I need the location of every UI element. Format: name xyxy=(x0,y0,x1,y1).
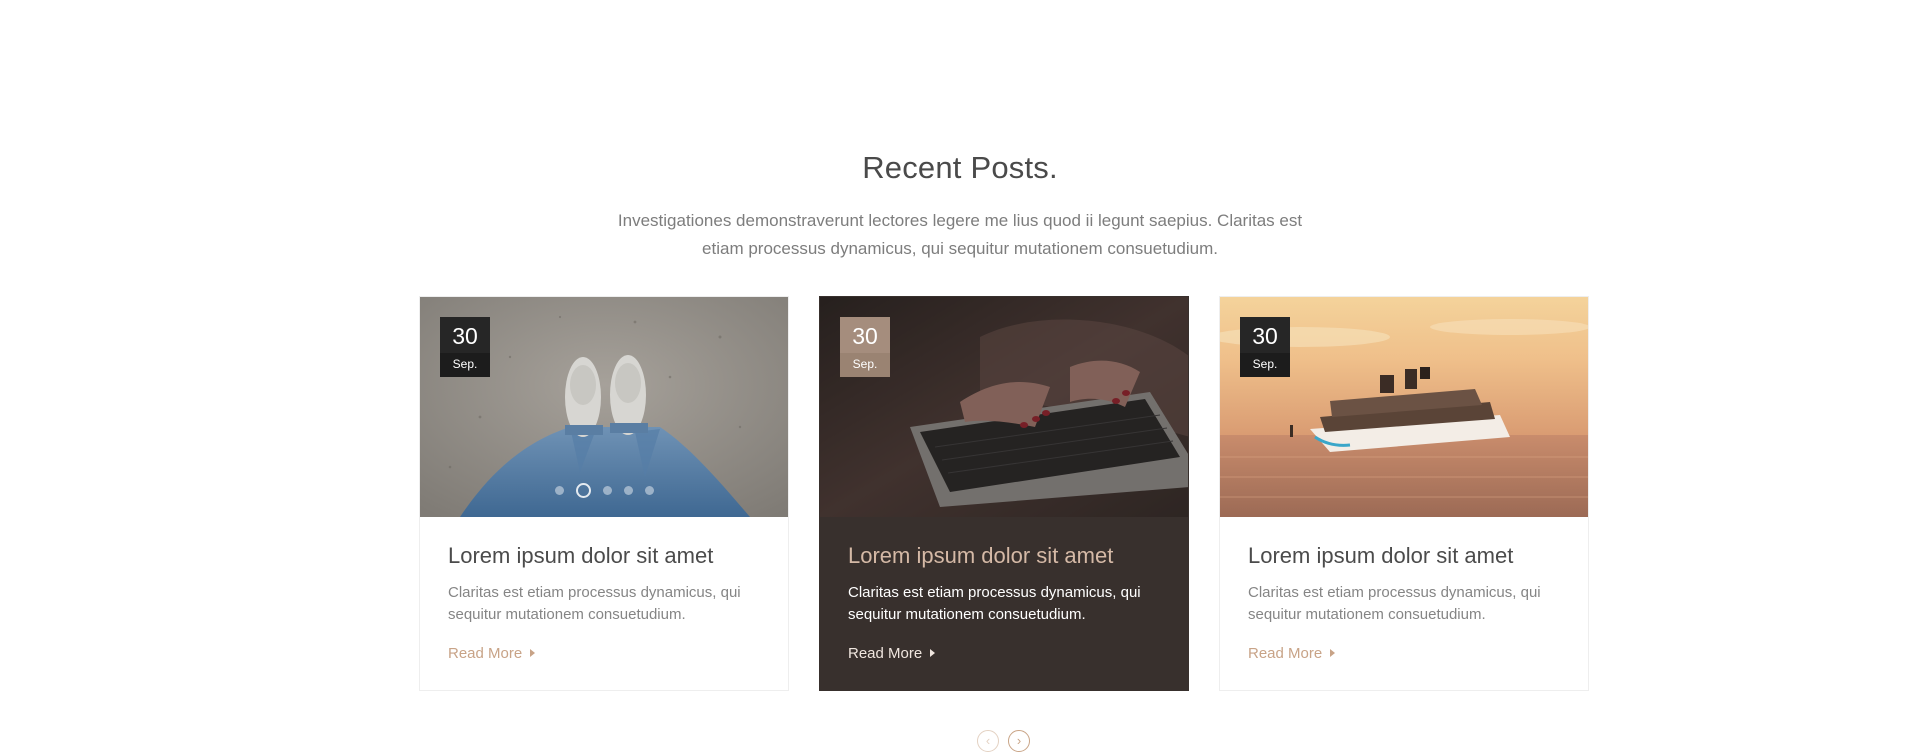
post-card: 30 Sep. Lorem ipsum dolor sit amet Clari… xyxy=(419,296,789,691)
post-title[interactable]: Lorem ipsum dolor sit amet xyxy=(1248,542,1560,570)
slider-dot[interactable] xyxy=(644,486,654,495)
post-date-day: 30 xyxy=(440,317,490,353)
caret-right-icon xyxy=(530,649,536,657)
chevron-right-icon: › xyxy=(1016,733,1022,748)
post-date-badge: 30 Sep. xyxy=(440,317,490,377)
post-excerpt: Claritas est etiam processus dynamicus, … xyxy=(1248,584,1541,623)
post-date-month: Sep. xyxy=(440,353,490,377)
post-date-day: 30 xyxy=(840,317,890,353)
section-subtitle: Investigationes demonstraverunt lectores… xyxy=(617,211,1303,258)
section-title: Recent Posts. xyxy=(862,150,1058,185)
post-excerpt: Claritas est etiam processus dynamicus, … xyxy=(448,584,741,623)
chevron-left-icon: ‹ xyxy=(985,733,991,748)
post-card-highlighted: 30 Sep. Lorem ipsum dolor sit amet Clari… xyxy=(819,296,1189,691)
read-more-label: Read More xyxy=(1248,645,1323,662)
post-date-month: Sep. xyxy=(840,353,890,377)
slider-dot[interactable] xyxy=(554,486,564,495)
post-date-month: Sep. xyxy=(1240,353,1290,377)
slider-dot[interactable] xyxy=(602,486,612,495)
read-more-link[interactable]: Read More xyxy=(1248,645,1336,662)
post-date-day: 30 xyxy=(1240,317,1290,353)
slider-dot[interactable] xyxy=(623,486,633,495)
carousel-prev-button[interactable]: ‹ xyxy=(977,730,999,752)
caret-right-icon xyxy=(1330,649,1336,657)
read-more-link[interactable]: Read More xyxy=(448,645,536,662)
slider-dot-active[interactable] xyxy=(575,483,591,498)
post-title[interactable]: Lorem ipsum dolor sit amet xyxy=(848,542,1160,570)
caret-right-icon xyxy=(930,649,936,657)
carousel-next-button[interactable]: › xyxy=(1008,730,1030,752)
read-more-label: Read More xyxy=(448,645,523,662)
read-more-link[interactable]: Read More xyxy=(848,645,936,662)
post-card: 30 Sep. Lorem ipsum dolor sit amet Clari… xyxy=(1219,296,1589,691)
image-slider-dots xyxy=(420,483,788,498)
post-date-badge: 30 Sep. xyxy=(1240,317,1290,377)
post-date-badge: 30 Sep. xyxy=(840,317,890,377)
read-more-label: Read More xyxy=(848,645,923,662)
post-excerpt: Claritas est etiam processus dynamicus, … xyxy=(848,584,1141,623)
post-title[interactable]: Lorem ipsum dolor sit amet xyxy=(448,542,760,570)
